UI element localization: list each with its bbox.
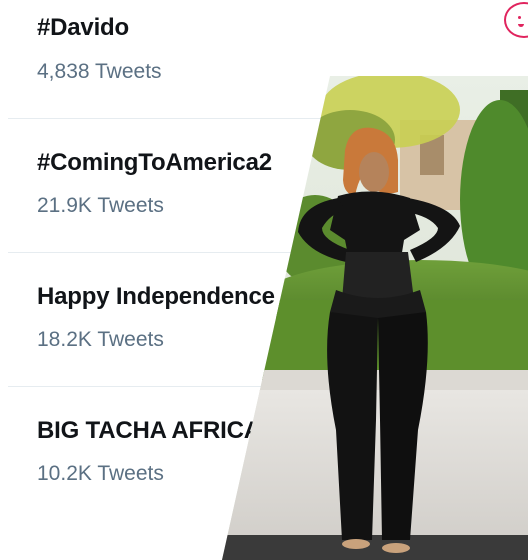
trend-tweet-count: 18.2K Tweets (37, 328, 164, 351)
trend-title[interactable]: BIG TACHA AFRICA (37, 417, 261, 445)
smiley-mouth (518, 24, 524, 27)
trend-tweet-count: 4,838 Tweets (37, 60, 162, 83)
trend-title[interactable]: #Davido (37, 14, 129, 42)
trend-title[interactable]: #ComingToAmerica2 (37, 149, 272, 177)
trend-tweet-count: 10.2K Tweets (37, 462, 164, 485)
trend-tweet-count: 21.9K Tweets (37, 194, 164, 217)
trend-title[interactable]: Happy Independence (37, 283, 275, 311)
smiley-eye (518, 16, 521, 19)
